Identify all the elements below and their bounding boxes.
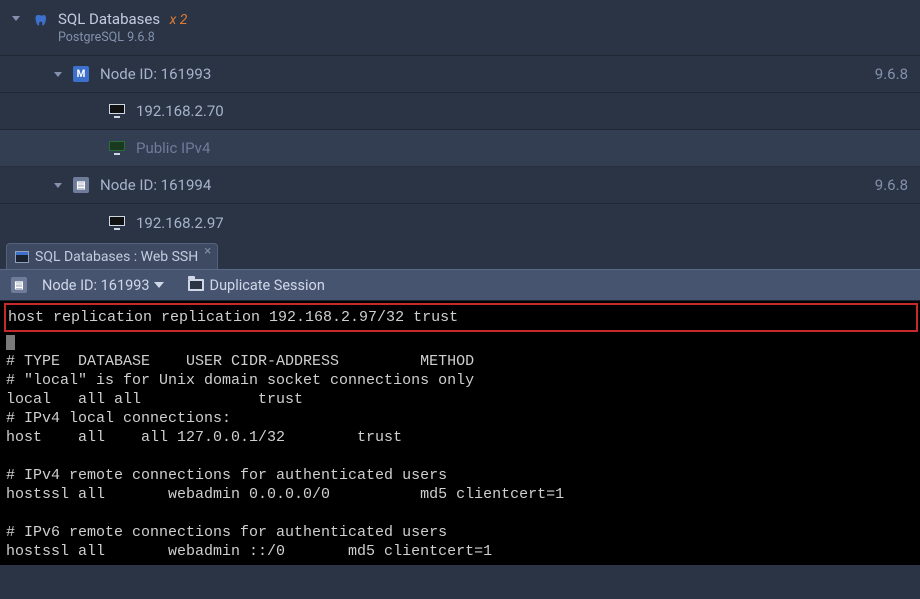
node-version: 9.6.8 <box>875 176 908 194</box>
ssh-toolbar: ▤ Node ID: 161993 Duplicate Session <box>0 269 920 301</box>
chevron-down-icon[interactable] <box>12 16 20 21</box>
terminal-body: # TYPE DATABASE USER CIDR-ADDRESS METHOD… <box>0 351 920 565</box>
sidebar-tree: SQL Databases x 2 PostgreSQL 9.6.8 M Nod… <box>0 0 920 241</box>
tab-bar: SQL Databases : Web SSH × <box>0 241 920 269</box>
duplicate-session-button[interactable]: Duplicate Session <box>180 277 325 294</box>
tree-node-row[interactable]: M Node ID: 161993 9.6.8 <box>0 56 920 93</box>
master-badge-icon: M <box>72 66 90 82</box>
postgres-elephant-icon <box>33 12 53 30</box>
toolbar-node-selector[interactable]: Node ID: 161993 <box>42 277 164 294</box>
chevron-down-icon[interactable] <box>54 183 62 188</box>
tab-web-ssh[interactable]: SQL Databases : Web SSH × <box>6 243 218 269</box>
highlighted-line: host replication replication 192.168.2.9… <box>4 303 918 332</box>
group-header[interactable]: SQL Databases x 2 PostgreSQL 9.6.8 <box>0 6 920 56</box>
tree-public-ip-row[interactable]: Public IPv4 <box>0 130 920 167</box>
chevron-down-icon[interactable] <box>54 72 62 77</box>
terminal-cursor <box>6 335 15 350</box>
tree-ip-row[interactable]: 192.168.2.70 <box>0 93 920 130</box>
monitor-green-icon <box>108 140 126 156</box>
ip-label: 192.168.2.97 <box>136 214 224 232</box>
node-badge-icon: ▤ <box>10 277 28 293</box>
group-subtitle: PostgreSQL 9.6.8 <box>58 30 187 45</box>
node-id-label: Node ID: 161993 <box>100 65 211 83</box>
node-id-label: Node ID: 161994 <box>100 176 211 194</box>
duplicate-icon <box>188 279 204 291</box>
monitor-icon <box>108 215 126 231</box>
duplicate-label: Duplicate Session <box>210 277 325 294</box>
terminal-icon <box>15 251 29 263</box>
close-icon[interactable]: × <box>204 244 211 259</box>
group-count-badge: x 2 <box>170 12 188 28</box>
public-ip-label: Public IPv4 <box>136 139 210 157</box>
terminal-output[interactable]: host replication replication 192.168.2.9… <box>0 301 920 565</box>
dropdown-arrow-icon <box>154 282 164 288</box>
monitor-icon <box>108 103 126 119</box>
toolbar-node-label: Node ID: 161993 <box>42 277 150 294</box>
tree-node-row[interactable]: ▤ Node ID: 161994 9.6.8 <box>0 167 920 204</box>
node-version: 9.6.8 <box>875 65 908 83</box>
group-title: SQL Databases <box>58 10 160 28</box>
tab-label: SQL Databases : Web SSH <box>35 249 198 265</box>
node-badge-icon: ▤ <box>72 177 90 193</box>
ip-label: 192.168.2.70 <box>136 102 224 120</box>
tree-ip-row[interactable]: 192.168.2.97 <box>0 204 920 241</box>
